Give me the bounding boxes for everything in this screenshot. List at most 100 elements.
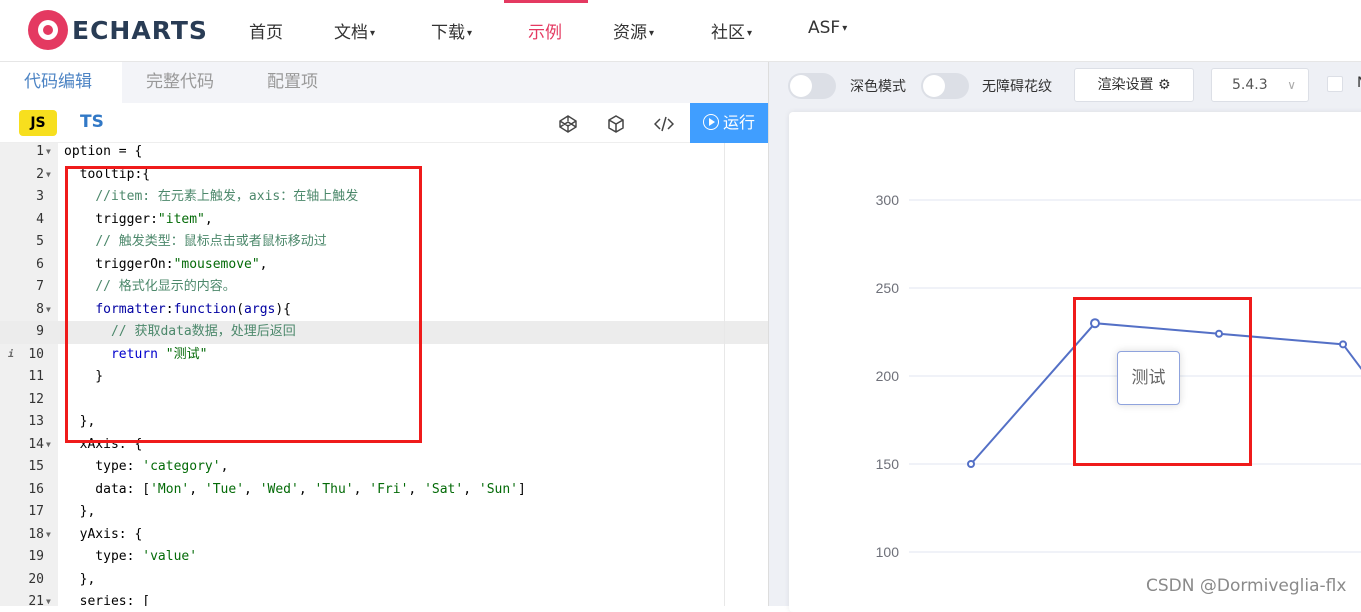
gear-icon: ⚙ <box>1157 77 1171 93</box>
code-line[interactable]: 19 type: 'value' <box>0 546 768 569</box>
line-number: 6 <box>36 256 44 272</box>
render-settings-label: 渲染设置 <box>1097 77 1154 93</box>
preview-panel: 深色模式 无障碍花纹 渲染设置 ⚙ 5.4.3 ∨ N 100 150 200 250 3… <box>768 62 1361 612</box>
logo-text: ECHARTS <box>72 15 208 45</box>
y-tick-label: 200 <box>876 368 900 384</box>
code-text: type: 'category', <box>64 459 229 474</box>
caret-down-icon: ▾ <box>747 27 753 39</box>
line-number: 9 <box>36 324 44 339</box>
annotation-box-code <box>65 166 422 443</box>
line-number: 18 <box>28 526 44 542</box>
fold-arrow-icon[interactable]: ▼ <box>46 143 51 164</box>
render-settings-button[interactable]: 渲染设置 ⚙ <box>1074 68 1194 102</box>
y-tick-label: 250 <box>876 280 900 296</box>
nav-item-3[interactable]: 示例 <box>528 18 562 43</box>
nav-item-1[interactable]: 文档 ▾ <box>334 18 375 43</box>
tab-code-edit[interactable]: 代码编辑 <box>0 62 122 103</box>
line-number: 7 <box>36 279 44 294</box>
code-text: }, <box>64 504 96 519</box>
tab-full-code[interactable]: 完整代码 <box>122 62 238 103</box>
line-number: 3 <box>36 189 44 204</box>
nav-item-label: ASF <box>808 18 841 38</box>
chart-tooltip: 测试 <box>1117 351 1180 405</box>
code-text: type: 'value' <box>64 549 198 564</box>
code-line[interactable]: 16 data: ['Mon', 'Tue', 'Wed', 'Thu', 'F… <box>0 479 768 502</box>
line-number: 21 <box>28 594 44 606</box>
preview-toolbar: 深色模式 无障碍花纹 渲染设置 ⚙ 5.4.3 ∨ N <box>769 62 1361 110</box>
accessibility-label: 无障碍花纹 <box>982 79 1052 95</box>
line-number: 17 <box>28 504 44 519</box>
nav-item-label: 首页 <box>249 23 283 43</box>
watermark: CSDN @Dormiveglia-flx <box>1146 576 1347 596</box>
run-button[interactable]: 运行 <box>690 103 768 143</box>
info-icon[interactable]: i <box>8 344 14 367</box>
y-tick-label: 150 <box>876 456 900 472</box>
caret-down-icon: ▾ <box>370 27 376 39</box>
fold-arrow-icon[interactable]: ▼ <box>46 524 51 547</box>
code-icon[interactable] <box>653 114 675 134</box>
nav-item-label: 下载 <box>431 23 465 43</box>
nav-item-label: 社区 <box>711 23 745 43</box>
editor-tabs: 代码编辑 完整代码 配置项 <box>0 62 768 103</box>
line-number: 16 <box>28 481 44 497</box>
data-point[interactable] <box>1339 340 1347 349</box>
version-value: 5.4.3 <box>1232 77 1268 93</box>
fold-arrow-icon[interactable]: ▼ <box>46 299 51 322</box>
data-point[interactable] <box>967 460 975 468</box>
nav-item-6[interactable]: ASF ▾ <box>808 18 847 38</box>
code-line[interactable]: 1 ▼ option = { <box>0 143 768 164</box>
code-text: option = { <box>64 144 143 159</box>
code-text: data: ['Mon', 'Tue', 'Wed', 'Thu', 'Fri'… <box>64 481 526 497</box>
line-number: 8 <box>36 301 44 317</box>
nav-item-label: 示例 <box>528 23 562 43</box>
echarts-logo[interactable]: ECHARTS <box>28 10 208 50</box>
line-number: 20 <box>28 571 44 587</box>
fold-arrow-icon[interactable]: ▼ <box>46 591 51 606</box>
fold-arrow-icon[interactable]: ▼ <box>46 164 51 187</box>
dark-mode-toggle[interactable] <box>788 73 836 99</box>
echarts-logo-mark <box>28 10 68 50</box>
code-line[interactable]: 17 }, <box>0 501 768 524</box>
language-bar: JS TS 运行 <box>0 103 768 143</box>
dark-mode-label: 深色模式 <box>850 79 906 95</box>
nav-item-0[interactable]: 首页 <box>249 18 283 43</box>
code-text: yAxis: { <box>64 526 143 542</box>
nav-item-2[interactable]: 下载 ▾ <box>431 18 472 43</box>
caret-down-icon: ▾ <box>649 27 655 39</box>
codesandbox-icon[interactable] <box>606 114 626 134</box>
js-button[interactable]: JS <box>19 110 57 136</box>
caret-down-icon: ▾ <box>842 22 848 34</box>
line-number: 11 <box>28 369 44 384</box>
caret-down-icon: ▾ <box>467 27 473 39</box>
checkbox[interactable] <box>1327 76 1343 92</box>
accessibility-toggle[interactable] <box>921 73 969 99</box>
nav-item-label: 资源 <box>613 23 647 43</box>
chevron-down-icon: ∨ <box>1287 78 1296 92</box>
nav-item-5[interactable]: 社区 ▾ <box>711 18 752 43</box>
code-line[interactable]: 15 type: 'category', <box>0 456 768 479</box>
line-number: 10 <box>28 346 44 362</box>
play-icon <box>702 114 719 130</box>
top-nav: ECHARTS 首页 文档 ▾ 下载 ▾ 示例 资源 ▾ 社区 ▾ ASF ▾ <box>0 0 1361 62</box>
ts-button[interactable]: TS <box>80 112 104 132</box>
nav-item-4[interactable]: 资源 ▾ <box>613 18 654 43</box>
y-tick-label: 100 <box>876 544 900 560</box>
tab-options[interactable]: 配置项 <box>243 62 342 103</box>
code-line[interactable]: 21 ▼ series: [ <box>0 591 768 606</box>
code-text: }, <box>64 571 96 587</box>
line-number: 12 <box>28 391 44 407</box>
line-number: 2 <box>36 166 44 182</box>
line-number: 15 <box>28 459 44 474</box>
line-number: 5 <box>36 234 44 249</box>
version-select[interactable]: 5.4.3 ∨ <box>1211 68 1309 102</box>
y-tick-label: 300 <box>876 192 900 208</box>
code-line[interactable]: 18 ▼ yAxis: { <box>0 524 768 547</box>
fold-arrow-icon[interactable]: ▼ <box>46 434 51 457</box>
active-nav-indicator <box>504 0 588 3</box>
line-number: 4 <box>36 211 44 227</box>
code-line[interactable]: 20 }, <box>0 569 768 592</box>
line-number: 13 <box>28 414 44 429</box>
codepen-icon[interactable] <box>558 114 578 134</box>
run-label: 运行 <box>722 113 755 132</box>
nav-item-label: 文档 <box>334 23 368 43</box>
